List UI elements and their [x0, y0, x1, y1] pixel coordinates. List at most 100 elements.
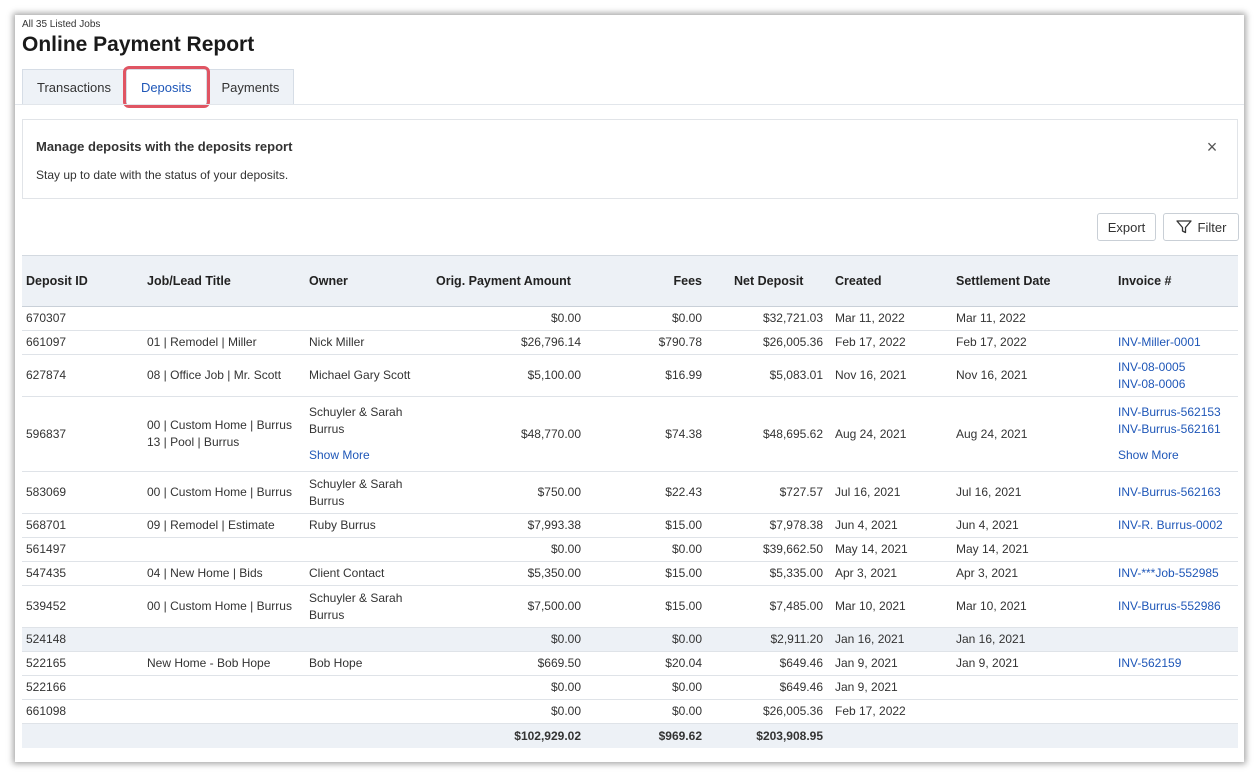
- job-title-cell: 09 | Remodel | Estimate: [143, 513, 305, 538]
- deposit-id-link[interactable]: 661097: [22, 330, 143, 355]
- table-row[interactable]: 596837 00 | Custom Home | Burrus 13 | Pool…: [22, 396, 1238, 472]
- table-row[interactable]: 627874 08 | Office Job | Mr. Scott Michael…: [22, 354, 1238, 397]
- created-cell: Mar 11, 2022: [831, 306, 952, 331]
- total-net: $203,908.95: [710, 723, 831, 748]
- col-job-title[interactable]: Job/Lead Title: [143, 255, 305, 307]
- deposit-id-link[interactable]: 670307: [22, 306, 143, 331]
- show-more-link[interactable]: Show More: [1118, 447, 1234, 464]
- table-row[interactable]: 670307 $0.00 $0.00 $32,721.03 Mar 11, 2022 Ma…: [22, 306, 1238, 331]
- job-title-cell: [143, 627, 305, 652]
- owner-cell: Client Contact: [305, 561, 432, 586]
- deposit-id-link[interactable]: 547435: [22, 561, 143, 586]
- invoice-link[interactable]: INV-08-0006: [1118, 376, 1234, 393]
- col-fees[interactable]: Fees: [589, 255, 710, 307]
- col-created[interactable]: Created: [831, 255, 952, 307]
- created-cell: Jan 9, 2021: [831, 675, 952, 700]
- tab-payments[interactable]: Payments: [206, 69, 295, 104]
- invoice-link[interactable]: INV-Burrus-562153: [1118, 404, 1234, 421]
- table-row[interactable]: 661098 $0.00 $0.00 $26,005.36 Feb 17, 2022: [22, 699, 1238, 724]
- job-title-cell: 00 | Custom Home | Burrus: [143, 471, 305, 514]
- net-deposit-cell: $7,978.38: [710, 513, 831, 538]
- invoice-link[interactable]: INV-Burrus-552986: [1118, 598, 1234, 615]
- col-settlement[interactable]: Settlement Date: [952, 255, 1114, 307]
- deposit-id-link[interactable]: 627874: [22, 354, 143, 397]
- owner-line: Burrus: [309, 607, 345, 622]
- fees-cell: $0.00: [589, 675, 710, 700]
- table-row[interactable]: 522165 New Home - Bob Hope Bob Hope $669.50…: [22, 651, 1238, 676]
- invoice-link[interactable]: INV-08-0005: [1118, 359, 1234, 376]
- deposit-id-link[interactable]: 539452: [22, 585, 143, 628]
- owner-line: Nick Miller: [309, 335, 365, 349]
- invoice-cell: INV-08-0005 INV-08-0006: [1114, 354, 1238, 397]
- deposit-id-link[interactable]: 522165: [22, 651, 143, 676]
- invoice-link[interactable]: INV-Miller-0001: [1118, 334, 1234, 351]
- orig-amount-cell: $669.50: [432, 651, 589, 676]
- page-title: Online Payment Report: [22, 33, 255, 56]
- table-row[interactable]: 524148 $0.00 $0.00 $2,911.20 Jan 16, 2021 Jan…: [22, 627, 1238, 652]
- col-net-deposit[interactable]: Net Deposit: [710, 255, 831, 307]
- net-deposit-cell: $26,005.36: [710, 699, 831, 724]
- table-row[interactable]: 561497 $0.00 $0.00 $39,662.50 May 14, 2021 Ma…: [22, 537, 1238, 562]
- invoice-link[interactable]: INV-562159: [1118, 655, 1234, 672]
- owner-cell: Nick Miller: [305, 330, 432, 355]
- orig-amount-cell: $750.00: [432, 471, 589, 514]
- filter-button[interactable]: Filter: [1163, 213, 1239, 241]
- col-owner[interactable]: Owner: [305, 255, 432, 307]
- banner-text: Stay up to date with the status of your …: [36, 168, 289, 182]
- report-window: All 35 Listed Jobs Online Payment Report…: [15, 15, 1244, 762]
- col-deposit-id[interactable]: Deposit ID: [22, 255, 143, 307]
- table-row[interactable]: 661097 01 | Remodel | Miller Nick Miller $2…: [22, 330, 1238, 355]
- fees-cell: $15.00: [589, 561, 710, 586]
- job-title-cell: [143, 675, 305, 700]
- show-more-link[interactable]: Show More: [309, 447, 428, 464]
- deposit-id-link[interactable]: 568701: [22, 513, 143, 538]
- fees-cell: $74.38: [589, 396, 710, 472]
- close-icon[interactable]: ×: [1203, 138, 1221, 156]
- invoice-cell: [1114, 306, 1238, 331]
- fees-cell: $20.04: [589, 651, 710, 676]
- owner-cell: Schuyler & Sarah Burrus: [305, 585, 432, 628]
- net-deposit-cell: $32,721.03: [710, 306, 831, 331]
- invoice-cell: [1114, 627, 1238, 652]
- created-cell: Aug 24, 2021: [831, 396, 952, 472]
- deposit-id-link[interactable]: 583069: [22, 471, 143, 514]
- deposit-id-link[interactable]: 596837: [22, 396, 143, 472]
- settlement-cell: Feb 17, 2022: [952, 330, 1114, 355]
- banner-title: Manage deposits with the deposits report: [36, 139, 293, 154]
- col-invoice[interactable]: Invoice #: [1114, 255, 1238, 307]
- col-orig-amount[interactable]: Orig. Payment Amount: [432, 255, 589, 307]
- net-deposit-cell: $39,662.50: [710, 537, 831, 562]
- net-deposit-cell: $5,083.01: [710, 354, 831, 397]
- table-row[interactable]: 547435 04 | New Home | Bids Client Contact…: [22, 561, 1238, 586]
- orig-amount-cell: $0.00: [432, 627, 589, 652]
- invoice-link[interactable]: INV-Burrus-562161: [1118, 421, 1234, 438]
- table-row[interactable]: 539452 00 | Custom Home | Burrus Schuyler …: [22, 585, 1238, 628]
- invoice-link[interactable]: INV-Burrus-562163: [1118, 484, 1234, 501]
- deposit-id-link[interactable]: 524148: [22, 627, 143, 652]
- tab-transactions[interactable]: Transactions: [22, 69, 126, 104]
- owner-line: Client Contact: [309, 566, 385, 580]
- tab-deposits[interactable]: Deposits: [122, 66, 210, 108]
- settlement-cell: Jan 9, 2021: [952, 651, 1114, 676]
- settlement-cell: [952, 675, 1114, 700]
- owner-cell: [305, 675, 432, 700]
- export-button[interactable]: Export: [1097, 213, 1156, 241]
- job-title-cell: [143, 699, 305, 724]
- fees-cell: $22.43: [589, 471, 710, 514]
- job-title-cell: [143, 537, 305, 562]
- table-row[interactable]: 522166 $0.00 $0.00 $649.46 Jan 9, 2021: [22, 675, 1238, 700]
- orig-amount-cell: $7,500.00: [432, 585, 589, 628]
- table-row[interactable]: 583069 00 | Custom Home | Burrus Schuyler …: [22, 471, 1238, 514]
- deposit-id-link[interactable]: 661098: [22, 699, 143, 724]
- invoice-link[interactable]: INV-R. Burrus-0002: [1118, 517, 1234, 534]
- fees-cell: $15.00: [589, 585, 710, 628]
- report-tabs: Transactions Deposits Payments: [22, 66, 295, 108]
- orig-amount-cell: $0.00: [432, 675, 589, 700]
- deposit-id-link[interactable]: 561497: [22, 537, 143, 562]
- invoice-link[interactable]: INV-***Job-552985: [1118, 565, 1234, 582]
- table-row[interactable]: 568701 09 | Remodel | Estimate Ruby Burrus…: [22, 513, 1238, 538]
- job-title-cell: 00 | Custom Home | Burrus: [143, 585, 305, 628]
- deposit-id-link[interactable]: 522166: [22, 675, 143, 700]
- created-cell: Nov 16, 2021: [831, 354, 952, 397]
- created-cell: Jun 4, 2021: [831, 513, 952, 538]
